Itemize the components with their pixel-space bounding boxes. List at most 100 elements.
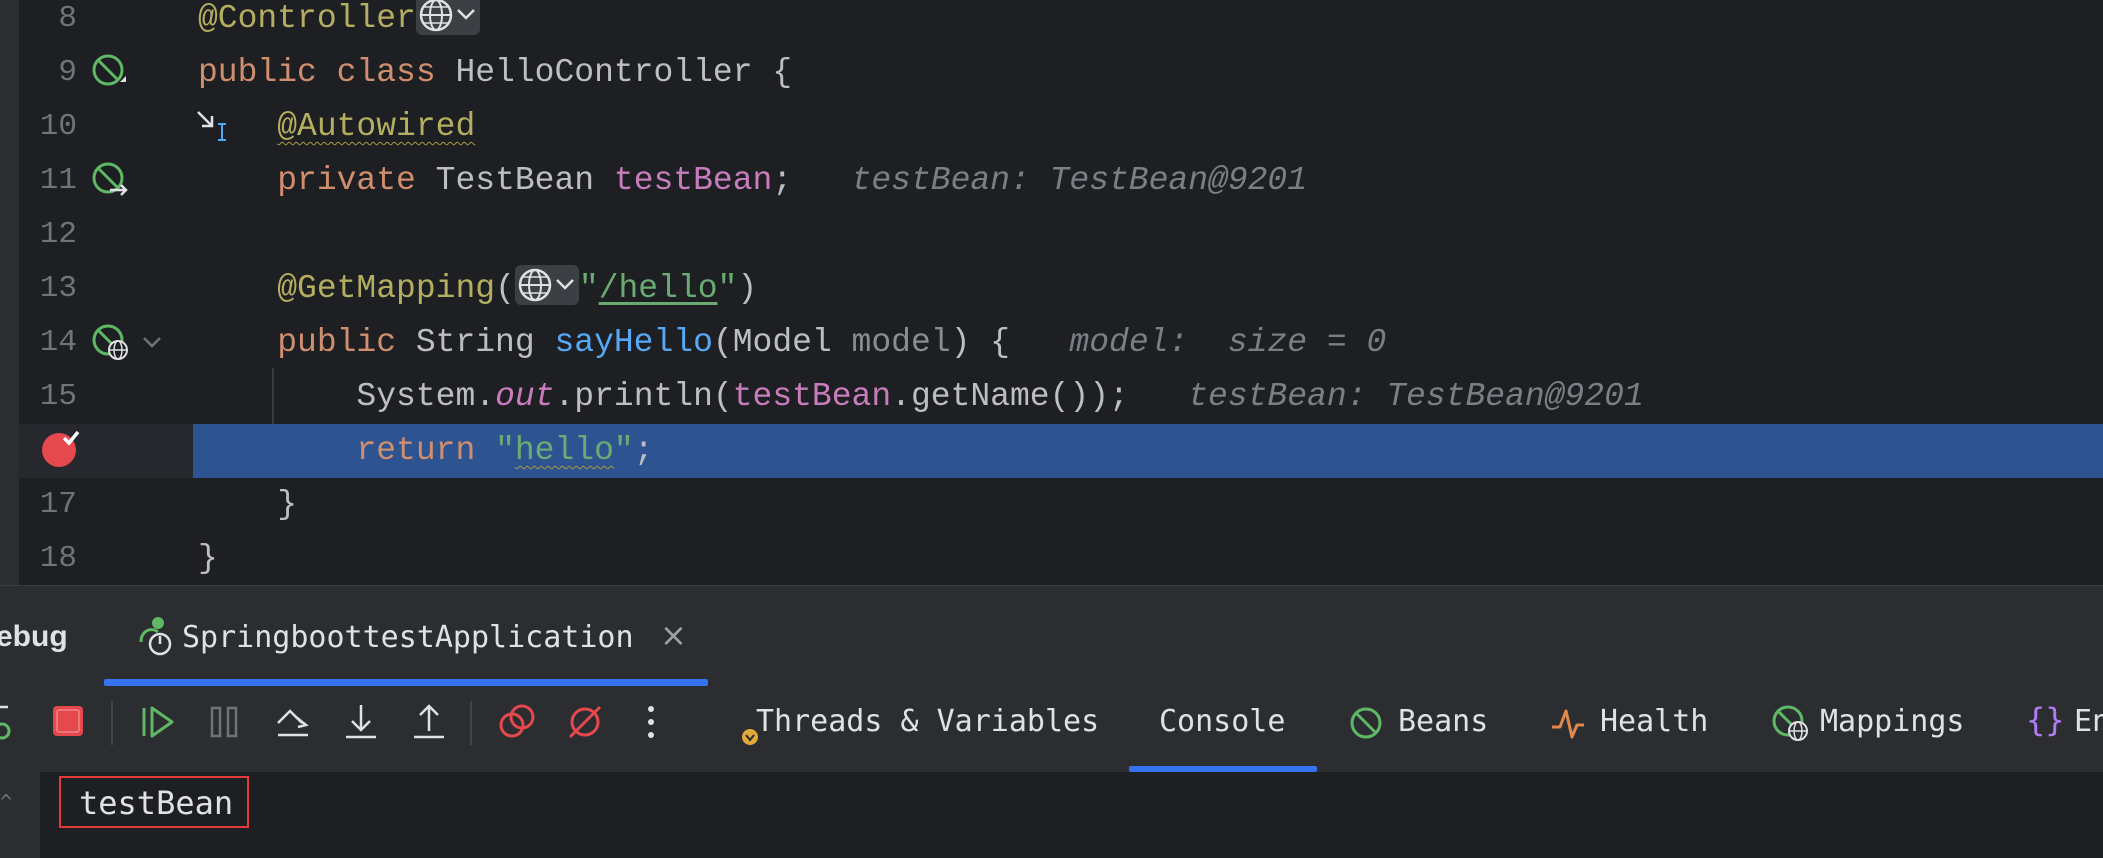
debug-tool-window: ebug SpringboottestApplication × Threads… (0, 585, 2103, 858)
code-line[interactable]: @GetMapping( "/hello") (0, 262, 2103, 316)
code-line[interactable]: } (0, 532, 2103, 585)
session-tab[interactable]: SpringboottestApplication × (104, 586, 708, 688)
code-text: @Autowired (198, 100, 475, 154)
spring-mapping-icon[interactable] (90, 322, 130, 362)
code-token: ; (633, 432, 654, 469)
code-text: private TestBean testBean; testBean: Tes… (198, 154, 1307, 208)
tab-environment[interactable]: {} En (2026, 687, 2103, 757)
execution-point-line[interactable]: return "hello"; (193, 424, 2103, 478)
code-token: String (415, 324, 555, 361)
view-breakpoints-icon[interactable] (492, 697, 542, 747)
code-text: public String sayHello(Model model) { mo… (198, 316, 1386, 370)
inline-debug-value[interactable]: testBean: TestBean@9201 (852, 162, 1307, 199)
step-into-icon[interactable] (336, 697, 386, 747)
code-token: TestBean (435, 162, 614, 199)
code-text: @GetMapping( "/hello") (198, 262, 757, 316)
code-token: HelloController { (455, 54, 793, 91)
tab-mappings[interactable]: Mappings (1770, 687, 1970, 757)
code-text: System.out.println(testBean.getName()); … (198, 370, 1643, 424)
scroll-marker: ^ (0, 790, 13, 814)
code-token: testBean (732, 378, 892, 415)
code-line[interactable]: @Controller (0, 0, 2103, 46)
debug-session-tabbar: ebug SpringboottestApplication × (0, 585, 2103, 688)
code-token: " (613, 432, 634, 469)
code-editor[interactable]: 8 @Controller 9 public class HelloControlle… (0, 0, 2103, 585)
stop-icon[interactable] (44, 697, 94, 747)
code-token: " (578, 270, 599, 307)
code-token: " (495, 432, 515, 469)
step-over-icon[interactable] (268, 697, 318, 747)
resume-icon[interactable] (132, 697, 182, 747)
code-line[interactable]: public class HelloController { (0, 46, 2103, 100)
environment-icon: {} (2026, 701, 2065, 739)
mute-breakpoints-icon[interactable] (560, 697, 610, 747)
step-out-icon[interactable] (404, 697, 454, 747)
code-token: hello (514, 432, 614, 469)
fold-chevron-icon[interactable] (140, 330, 164, 354)
rerun-icon[interactable] (0, 697, 28, 747)
code-token: sayHello (554, 324, 713, 361)
code-text: } (198, 532, 218, 585)
code-token: testBean (613, 162, 773, 199)
code-token: @Autowired (277, 108, 476, 145)
console-output-area[interactable]: ^ testBean (0, 772, 2103, 858)
code-token: ; (772, 162, 793, 199)
code-text: return "hello"; (198, 424, 654, 478)
code-token: " (717, 270, 738, 307)
inline-debug-value[interactable]: model: size = 0 (1069, 324, 1386, 361)
endpoint-globe-icon[interactable] (415, 0, 480, 36)
tab-health-label: Health (1600, 704, 1709, 739)
code-line[interactable]: System.out.println(testBean.getName()); … (0, 370, 2103, 424)
debug-toolbar: Threads & Variables Console Beans Health (0, 687, 2103, 757)
code-token: class (336, 54, 456, 91)
code-token: .println( (554, 378, 733, 415)
tab-beans-label: Beans (1398, 704, 1489, 739)
code-line[interactable]: public String sayHello(Model model) { mo… (0, 316, 2103, 370)
more-options-icon[interactable] (626, 697, 676, 747)
code-token: } (198, 486, 298, 523)
code-token: } (198, 540, 218, 577)
code-token: System. (198, 378, 496, 415)
tab-console[interactable]: Console (1129, 687, 1317, 757)
toolbar-separator (470, 701, 472, 745)
breakpoint-icon[interactable] (40, 428, 82, 470)
code-token: public (277, 324, 416, 361)
code-text: public class HelloController { (198, 46, 792, 100)
tab-beans[interactable]: Beans (1346, 687, 1496, 757)
tab-health[interactable]: Health (1548, 687, 1718, 757)
tab-threads-variables-label: Threads & Variables (756, 704, 1100, 739)
code-token: ) { (950, 324, 1010, 361)
endpoint-globe-icon[interactable] (514, 265, 579, 306)
autowired-navigate-icon[interactable] (90, 160, 130, 200)
toolbar-separator (111, 701, 113, 745)
code-token: ( (495, 270, 515, 307)
code-line[interactable]: } (0, 478, 2103, 532)
code-text: @Controller (198, 0, 480, 46)
code-token: private (277, 162, 436, 199)
code-line[interactable] (0, 208, 2103, 262)
inline-debug-value[interactable]: testBean: TestBean@9201 (1188, 378, 1643, 415)
code-line[interactable]: @Autowired (0, 100, 2103, 154)
session-tab-indicator (104, 679, 708, 686)
spring-run-icon (139, 617, 172, 656)
code-token: out (495, 378, 555, 415)
spring-bean-icon[interactable] (90, 52, 130, 92)
code-token: @Controller (198, 0, 416, 37)
tab-threads-variables[interactable]: Threads & Variables (736, 687, 1106, 757)
code-token: /hello (598, 270, 718, 307)
code-line[interactable]: private TestBean testBean; testBean: Tes… (0, 154, 2103, 208)
session-tab-label: SpringboottestApplication (182, 620, 634, 655)
close-icon[interactable]: × (660, 616, 687, 654)
mappings-icon (1772, 705, 1808, 741)
tab-environment-label: En (2074, 704, 2103, 739)
console-output-text: testBean (79, 784, 234, 822)
tab-mappings-label: Mappings (1820, 704, 1965, 739)
console-output-line: testBean (59, 776, 249, 828)
code-token: @GetMapping (277, 270, 496, 307)
pause-icon[interactable] (200, 697, 250, 747)
beans-icon (1350, 707, 1382, 739)
code-token: ) (737, 270, 758, 307)
